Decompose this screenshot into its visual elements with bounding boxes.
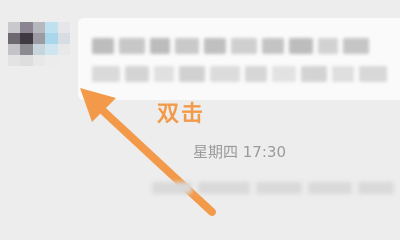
double-tap-annotation: 双击 xyxy=(157,102,206,127)
blurred-preview-text xyxy=(152,182,394,194)
message-timestamp: 星期四 17:30 xyxy=(193,143,286,161)
